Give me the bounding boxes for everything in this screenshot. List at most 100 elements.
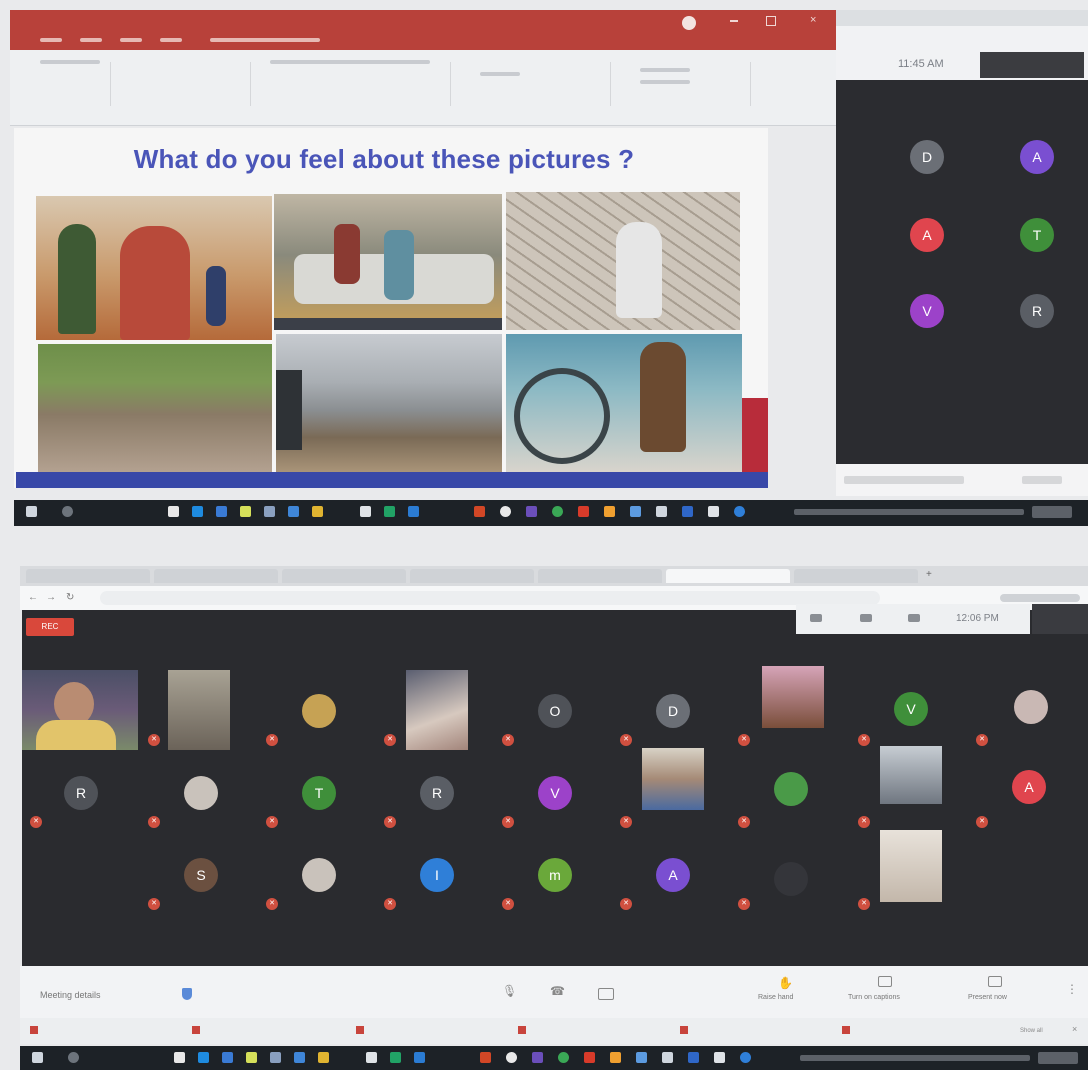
people-icon[interactable] [810,614,822,622]
participant-avatar[interactable]: V [538,776,572,810]
participant-avatar[interactable] [774,772,808,806]
browser-tab[interactable] [26,569,150,583]
activities-icon[interactable] [908,614,920,622]
taskbar-app-icon[interactable] [414,1052,425,1063]
close-button[interactable]: × [810,14,822,26]
taskbar-app-icon[interactable] [636,1052,647,1063]
taskbar-app-icon[interactable] [366,1052,377,1063]
participant-avatar[interactable]: S [184,858,218,892]
participant-video[interactable] [168,670,230,750]
taskbar-app-icon[interactable] [264,506,275,517]
address-bar[interactable] [100,591,880,605]
taskbar-app-icon[interactable] [584,1052,595,1063]
taskbar-app-icon[interactable] [578,506,589,517]
participant-video[interactable] [880,746,942,804]
taskbar-app-icon[interactable] [240,506,251,517]
start-icon[interactable] [32,1052,43,1063]
present-icon[interactable] [988,976,1002,987]
taskbar-app-icon[interactable] [288,506,299,517]
participant-avatar[interactable] [1014,690,1048,724]
taskbar-app-icon[interactable] [384,506,395,517]
browser-tab[interactable] [154,569,278,583]
taskbar-app-icon[interactable] [294,1052,305,1063]
download-item[interactable] [518,1024,668,1038]
participant-avatar[interactable]: V [894,692,928,726]
participant-video[interactable] [406,670,468,750]
taskbar-app-icon[interactable] [192,506,203,517]
participant-avatar[interactable]: A [1020,140,1054,174]
participant-avatar[interactable]: A [1012,770,1046,804]
participant-avatar[interactable]: O [538,694,572,728]
browser-tab-active[interactable] [666,569,790,583]
raise-hand-icon[interactable]: ✋ [778,976,793,990]
participant-avatar[interactable]: R [64,776,98,810]
meeting-details-button[interactable]: Meeting details [40,990,101,1000]
participant-video-presenter[interactable] [22,670,138,750]
tell-me-search[interactable] [210,38,320,42]
participant-avatar[interactable]: R [1020,294,1054,328]
taskbar-clock[interactable] [1038,1052,1078,1064]
participant-avatar[interactable]: T [302,776,336,810]
taskbar-clock[interactable] [1032,506,1072,518]
more-options-icon[interactable]: ⋮ [1066,982,1078,996]
taskbar-app-icon[interactable] [318,1052,329,1063]
search-icon[interactable] [68,1052,79,1063]
self-view-thumb[interactable] [1032,604,1088,634]
forward-button[interactable]: → [46,592,56,603]
show-all-downloads[interactable] [1022,476,1062,484]
taskbar-app-icon[interactable] [168,506,179,517]
ribbon-tab[interactable] [160,38,182,42]
shield-icon[interactable] [182,988,192,1000]
taskbar-app-icon[interactable] [734,506,745,517]
taskbar-app-icon[interactable] [216,506,227,517]
new-tab-button[interactable]: + [926,570,936,580]
participant-video[interactable] [642,748,704,810]
participant-avatar[interactable] [302,858,336,892]
taskbar-app-icon[interactable] [270,1052,281,1063]
participant-avatar[interactable]: R [420,776,454,810]
reload-button[interactable]: ↻ [66,592,74,603]
browser-tab[interactable] [282,569,406,583]
show-all-downloads[interactable]: Show all [1020,1024,1043,1038]
maximize-button[interactable] [766,16,776,26]
participant-avatar[interactable]: D [910,140,944,174]
taskbar-app-icon[interactable] [682,506,693,517]
taskbar-app-icon[interactable] [610,1052,621,1063]
ribbon-tab[interactable] [80,38,102,42]
ribbon-tab[interactable] [40,38,62,42]
taskbar-app-icon[interactable] [246,1052,257,1063]
taskbar-app-icon[interactable] [708,506,719,517]
download-item[interactable] [356,1024,506,1038]
present-now-label[interactable]: Present now [968,994,1007,1001]
download-item[interactable] [844,476,964,484]
participant-avatar[interactable]: m [538,858,572,892]
taskbar-app-icon[interactable] [174,1052,185,1063]
participant-avatar[interactable] [302,694,336,728]
search-icon[interactable] [62,506,73,517]
hang-up-icon[interactable]: ☎ [550,984,568,998]
taskbar-app-icon[interactable] [408,506,419,517]
powerpoint-taskbar-icon[interactable] [474,506,485,517]
back-button[interactable]: ← [28,592,38,603]
taskbar-app-icon[interactable] [222,1052,233,1063]
browser-extensions[interactable] [1000,594,1080,602]
participant-avatar[interactable] [774,862,808,896]
participant-avatar[interactable]: V [910,294,944,328]
download-item[interactable] [30,1024,180,1038]
participant-video[interactable] [762,666,824,728]
chrome-taskbar-icon[interactable] [500,506,511,517]
browser-tab[interactable] [410,569,534,583]
taskbar-app-icon[interactable] [480,1052,491,1063]
participant-avatar[interactable]: A [910,218,944,252]
microphone-icon[interactable]: 🎙 [502,984,517,1000]
user-avatar[interactable] [682,16,696,30]
minimize-button[interactable] [730,20,738,22]
taskbar-app-icon[interactable] [662,1052,673,1063]
taskbar-app-icon[interactable] [558,1052,569,1063]
system-tray[interactable] [800,1055,1030,1061]
download-item[interactable] [680,1024,830,1038]
download-item[interactable] [192,1024,342,1038]
taskbar-app-icon[interactable] [656,506,667,517]
taskbar-app-icon[interactable] [714,1052,725,1063]
taskbar-app-icon[interactable] [390,1052,401,1063]
